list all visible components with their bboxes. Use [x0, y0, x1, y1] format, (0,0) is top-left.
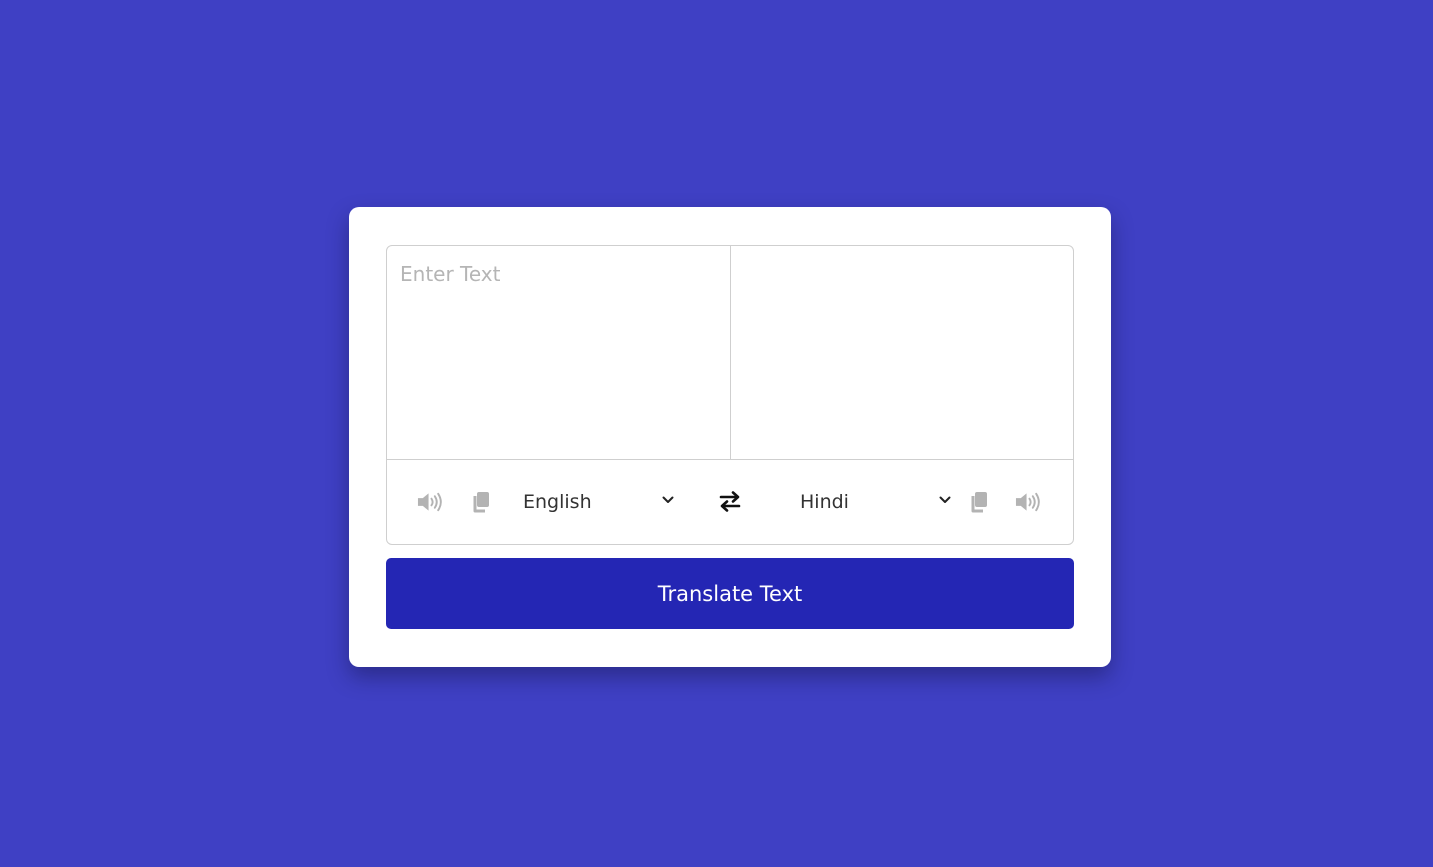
chevron-down-icon — [939, 496, 951, 503]
controls-bar: English Hindi — [387, 459, 1073, 544]
translator-wrapper: English Hindi — [386, 245, 1074, 545]
volume-icon — [417, 492, 442, 512]
to-speak-button[interactable] — [1015, 490, 1041, 514]
to-language-value: Hindi — [800, 491, 849, 513]
to-text-output[interactable] — [730, 246, 1073, 459]
text-input-area — [387, 246, 1073, 460]
swap-languages-button[interactable] — [718, 489, 742, 513]
from-language-value: English — [523, 491, 592, 513]
volume-icon — [1015, 492, 1040, 512]
copy-icon — [971, 491, 987, 512]
from-language-select[interactable]: English — [523, 485, 674, 519]
from-copy-button[interactable] — [468, 490, 494, 514]
from-text-input[interactable] — [387, 246, 730, 459]
translate-button[interactable]: Translate Text — [386, 558, 1074, 629]
exchange-icon — [719, 491, 741, 512]
from-speak-button[interactable] — [417, 490, 443, 514]
to-language-select[interactable]: Hindi — [800, 485, 951, 519]
to-copy-button[interactable] — [966, 490, 992, 514]
chevron-down-icon — [662, 496, 674, 503]
copy-icon — [473, 491, 489, 512]
translator-card: English Hindi — [349, 207, 1111, 667]
